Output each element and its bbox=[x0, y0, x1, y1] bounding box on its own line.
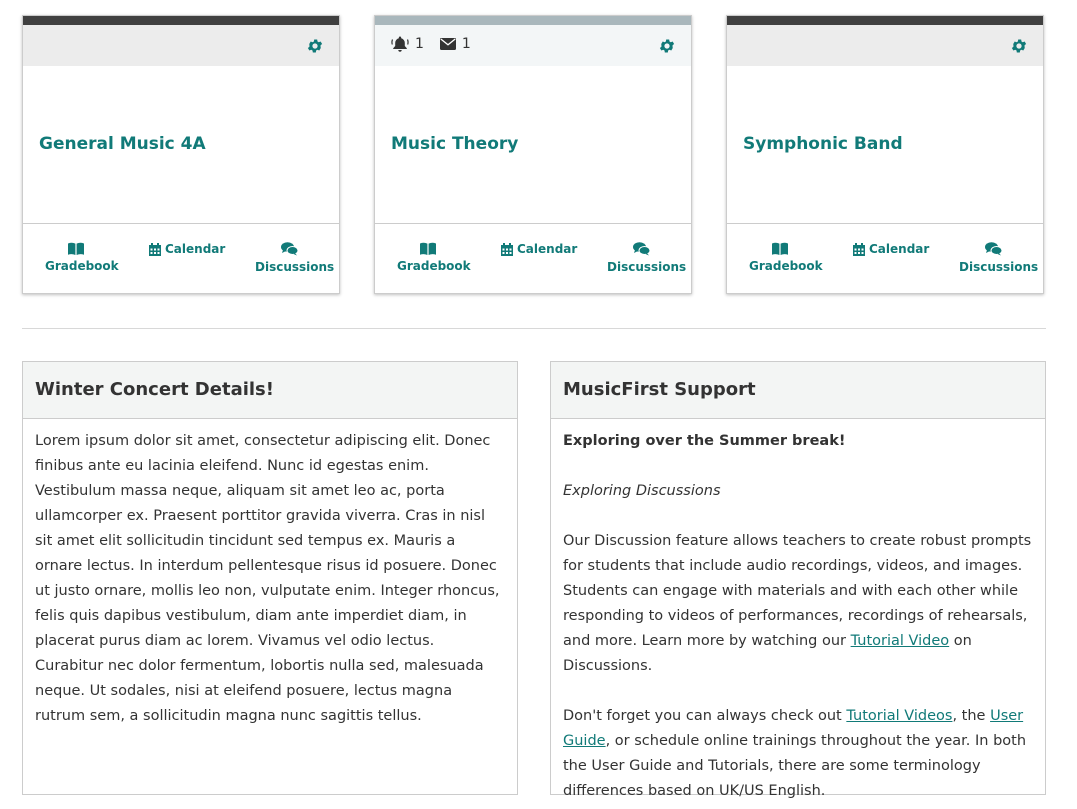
card-title[interactable]: General Music 4A bbox=[39, 134, 206, 154]
tutorial-video-link[interactable]: Tutorial Video bbox=[851, 633, 950, 649]
panel-body: Lorem ipsum dolor sit amet, consectetur … bbox=[23, 419, 517, 729]
book-icon bbox=[772, 242, 788, 255]
discussions-link[interactable]: Discussions bbox=[959, 242, 1038, 274]
course-card-general-music: General Music 4A Gradebook Calendar Disc… bbox=[22, 15, 340, 294]
winter-body-text: Lorem ipsum dolor sit amet, consectetur … bbox=[35, 433, 500, 724]
discussions-label: Discussions bbox=[255, 260, 335, 274]
card-top-bar bbox=[23, 16, 339, 25]
message-count: 1 bbox=[461, 36, 471, 52]
comments-icon bbox=[632, 242, 650, 256]
book-icon bbox=[68, 242, 84, 255]
discussions-link[interactable]: Discussions bbox=[607, 242, 686, 274]
card-top-bar bbox=[375, 16, 691, 25]
discussions-link[interactable]: Discussions bbox=[255, 242, 334, 274]
comments-icon bbox=[984, 242, 1002, 256]
comments-icon bbox=[280, 242, 298, 256]
calendar-label: Calendar bbox=[517, 242, 578, 256]
calendar-link[interactable]: Calendar bbox=[853, 242, 929, 256]
calendar-link[interactable]: Calendar bbox=[501, 242, 577, 256]
card-header bbox=[727, 25, 1043, 66]
card-footer: Gradebook Calendar Discussions bbox=[375, 223, 691, 293]
support-heading: Exploring over the Summer break! bbox=[563, 433, 846, 449]
card-title[interactable]: Music Theory bbox=[391, 134, 518, 154]
gradebook-link[interactable]: Gradebook bbox=[397, 242, 471, 273]
calendar-label: Calendar bbox=[165, 242, 226, 256]
notification-counts: 1 1 bbox=[391, 36, 487, 52]
envelope-icon[interactable] bbox=[439, 38, 456, 50]
gear-icon[interactable] bbox=[306, 37, 324, 55]
card-top-bar bbox=[727, 16, 1043, 25]
gear-icon[interactable] bbox=[658, 37, 676, 55]
course-card-music-theory: 1 1 Music Theory Gradebook Calendar Disc… bbox=[374, 15, 692, 294]
gradebook-link[interactable]: Gradebook bbox=[749, 242, 823, 273]
bell-icon[interactable] bbox=[391, 36, 409, 52]
tutorial-videos-link[interactable]: Tutorial Videos bbox=[846, 708, 952, 724]
support-panel: MusicFirst Support Exploring over the Su… bbox=[550, 361, 1046, 799]
calendar-label: Calendar bbox=[869, 242, 930, 256]
section-divider bbox=[22, 328, 1046, 329]
calendar-icon bbox=[501, 242, 513, 256]
alert-count: 1 bbox=[415, 36, 424, 52]
course-card-symphonic-band: Symphonic Band Gradebook Calendar Discus… bbox=[726, 15, 1044, 294]
panel-title: MusicFirst Support bbox=[551, 362, 1045, 419]
card-footer: Gradebook Calendar Discussions bbox=[727, 223, 1043, 293]
gradebook-label: Gradebook bbox=[749, 259, 823, 273]
gradebook-label: Gradebook bbox=[45, 259, 119, 273]
calendar-link[interactable]: Calendar bbox=[149, 242, 225, 256]
gradebook-label: Gradebook bbox=[397, 259, 471, 273]
support-subheading: Exploring Discussions bbox=[563, 483, 721, 499]
card-title[interactable]: Symphonic Band bbox=[743, 134, 903, 154]
book-icon bbox=[420, 242, 436, 255]
calendar-icon bbox=[149, 242, 161, 256]
card-header bbox=[23, 25, 339, 66]
discussions-label: Discussions bbox=[959, 260, 1039, 274]
gear-icon[interactable] bbox=[1010, 37, 1028, 55]
winter-concert-panel: Winter Concert Details! Lorem ipsum dolo… bbox=[22, 361, 518, 795]
gradebook-link[interactable]: Gradebook bbox=[45, 242, 119, 273]
support-paragraph-1: Our Discussion feature allows teachers t… bbox=[563, 533, 1032, 674]
panel-body: Exploring over the Summer break! Explori… bbox=[551, 419, 1045, 804]
card-footer: Gradebook Calendar Discussions bbox=[23, 223, 339, 293]
card-header: 1 1 bbox=[375, 25, 691, 66]
discussions-label: Discussions bbox=[607, 260, 687, 274]
support-paragraph-2: Don't forget you can always check out Tu… bbox=[563, 708, 1027, 799]
calendar-icon bbox=[853, 242, 865, 256]
panel-title: Winter Concert Details! bbox=[23, 362, 517, 419]
